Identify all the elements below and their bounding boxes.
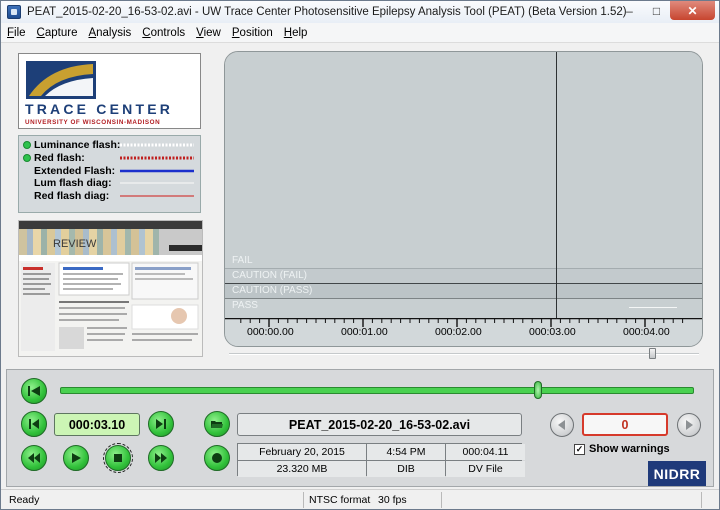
tick-label-0: 000:00.00 xyxy=(247,326,294,338)
warning-count: 0 xyxy=(582,413,668,436)
window-title: PEAT_2015-02-20_16-53-02.avi - UW Trace … xyxy=(27,6,627,18)
logo-title: TRACE CENTER xyxy=(25,101,173,117)
next-frame-button[interactable] xyxy=(148,411,174,437)
menu-position[interactable]: Position xyxy=(232,27,273,39)
show-warnings-option[interactable]: ✓ Show warnings xyxy=(574,443,670,455)
nidrr-logo: NIDRR xyxy=(648,461,706,486)
video-frame-image: REVIEW xyxy=(19,221,202,356)
previous-frame-button[interactable] xyxy=(21,411,47,437)
graph-plot-area[interactable]: FAIL CAUTION (FAIL) CAUTION (PASS) PASS xyxy=(225,52,702,318)
lum-diag-line-sample xyxy=(120,182,194,185)
go-to-start-button[interactable] xyxy=(21,378,47,404)
menu-file[interactable]: File xyxy=(7,27,26,39)
legend-extended: Extended Flash: xyxy=(23,164,200,177)
stop-icon xyxy=(114,454,122,462)
fast-forward-button[interactable] xyxy=(148,445,174,471)
thumbnail-caption: REVIEW xyxy=(53,238,97,250)
app-icon xyxy=(7,5,21,19)
graph-scroll-thumb[interactable] xyxy=(649,348,656,359)
band-label-caution-fail: CAUTION (FAIL) xyxy=(232,270,308,281)
band-label-caution-pass: CAUTION (PASS) xyxy=(232,285,313,296)
flash-analysis-graph[interactable]: FAIL CAUTION (FAIL) CAUTION (PASS) PASS … xyxy=(224,51,703,347)
logo-subtitle: UNIVERSITY OF WISCONSIN-MADISON xyxy=(25,119,160,126)
folder-icon xyxy=(211,421,223,428)
status-ready: Ready xyxy=(9,493,40,506)
rewind-button[interactable] xyxy=(21,445,47,471)
graph-scroll-bar[interactable] xyxy=(229,348,699,360)
maximize-button[interactable]: □ xyxy=(643,1,670,20)
status-divider xyxy=(303,492,304,508)
video-preview: REVIEW xyxy=(18,220,203,357)
play-button[interactable] xyxy=(63,445,89,471)
menu-help[interactable]: Help xyxy=(284,27,308,39)
record-icon xyxy=(212,453,222,463)
status-divider xyxy=(441,492,442,508)
file-time: 4:54 PM xyxy=(367,444,445,460)
open-file-button[interactable] xyxy=(204,411,230,437)
file-info-grid: February 20, 2015 4:54 PM 000:04.11 23.3… xyxy=(237,443,525,477)
trace-center-logo: TRACE CENTER UNIVERSITY OF WISCONSIN-MAD… xyxy=(18,53,201,129)
previous-warning-button[interactable] xyxy=(550,413,574,437)
playback-controls: 000:03.10 PEAT_2015-02-20_16-53-02.avi F… xyxy=(6,369,714,487)
window-controls: – □ ✕ xyxy=(616,1,715,20)
show-warnings-checkbox[interactable]: ✓ xyxy=(574,443,585,455)
step-forward-icon xyxy=(156,419,166,429)
luminance-trace-segment xyxy=(629,307,677,308)
menu-capture[interactable]: Capture xyxy=(37,27,78,39)
legend-red-diag: Red flash diag: xyxy=(23,190,200,203)
current-time-display: 000:03.10 xyxy=(54,413,140,436)
minimize-button[interactable]: – xyxy=(616,1,643,20)
menu-view[interactable]: View xyxy=(196,27,221,39)
trace-logo-emblem: TRACE CENTER UNIVERSITY OF WISCONSIN-MAD… xyxy=(25,61,173,126)
tick-label-1: 000:01.00 xyxy=(341,326,388,338)
position-slider-thumb[interactable] xyxy=(534,381,543,399)
red-diag-line-sample xyxy=(120,195,194,197)
filename-display: PEAT_2015-02-20_16-53-02.avi xyxy=(237,413,522,436)
time-axis: 000:00.00 000:01.00 000:02.00 000:03.00 … xyxy=(225,318,702,346)
legend-red: Red flash: xyxy=(23,152,200,165)
show-warnings-label: Show warnings xyxy=(589,443,670,455)
file-size: 23.320 MB xyxy=(238,461,366,477)
file-type: DV File xyxy=(446,461,525,477)
peat-window: PEAT_2015-02-20_16-53-02.avi - UW Trace … xyxy=(0,0,720,510)
band-label-pass: PASS xyxy=(232,300,258,311)
tick-label-2: 000:02.00 xyxy=(435,326,482,338)
red-line-sample xyxy=(120,156,194,160)
time-cursor-line[interactable] xyxy=(556,52,558,318)
file-duration: 000:04.11 xyxy=(446,444,525,460)
next-warning-button[interactable] xyxy=(677,413,701,437)
band-label-fail: FAIL xyxy=(232,255,253,266)
play-icon xyxy=(72,453,81,463)
extended-line-sample xyxy=(120,169,194,172)
status-divider xyxy=(701,492,702,508)
fast-forward-icon xyxy=(155,453,167,463)
status-format: NTSC format xyxy=(309,493,371,506)
record-button[interactable] xyxy=(204,445,230,471)
menu-bar: File Capture Analysis Controls View Posi… xyxy=(1,23,719,43)
legend-lum-diag: Lum flash diag: xyxy=(23,177,200,190)
legend-luminance: Luminance flash: xyxy=(23,139,200,152)
stop-button[interactable] xyxy=(103,443,133,473)
luminance-line-sample xyxy=(120,143,194,147)
rewind-icon xyxy=(28,453,40,463)
close-button[interactable]: ✕ xyxy=(670,1,715,20)
tick-label-3: 000:03.00 xyxy=(529,326,576,338)
menu-analysis[interactable]: Analysis xyxy=(88,27,131,39)
status-dot-icon xyxy=(23,154,31,163)
file-codec: DIB xyxy=(367,461,445,477)
title-bar[interactable]: PEAT_2015-02-20_16-53-02.avi - UW Trace … xyxy=(1,1,719,23)
menu-controls[interactable]: Controls xyxy=(142,27,185,39)
skip-to-start-icon xyxy=(28,386,40,396)
status-bar: Ready NTSC format 30 fps xyxy=(1,489,719,509)
file-date: February 20, 2015 xyxy=(238,444,366,460)
tick-label-4: 000:04.00 xyxy=(623,326,670,338)
status-fps: 30 fps xyxy=(378,493,407,506)
flash-legend: Luminance flash: Red flash: Extended Fla… xyxy=(18,135,201,213)
status-dot-icon xyxy=(23,141,31,150)
step-back-icon xyxy=(29,419,39,429)
triangle-right-icon xyxy=(686,420,693,430)
position-slider[interactable] xyxy=(60,387,694,394)
triangle-left-icon xyxy=(558,420,565,430)
